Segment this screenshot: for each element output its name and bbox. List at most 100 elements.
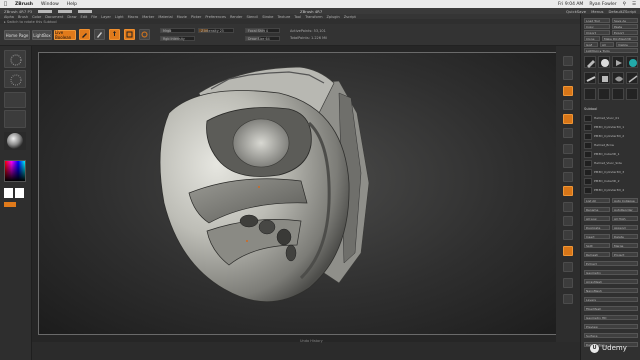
apple-icon[interactable]: 	[4, 1, 7, 7]
menu-item-alpha[interactable]: Alpha	[4, 15, 14, 19]
material-thumbnail[interactable]	[4, 132, 26, 150]
subtool-item[interactable]: PM3D_Cylinder3D_1	[584, 123, 638, 131]
actual-icon[interactable]	[563, 114, 573, 124]
xyz-icon[interactable]	[563, 186, 573, 196]
move-icon[interactable]	[109, 29, 120, 40]
primary-color-swatch[interactable]	[4, 188, 13, 198]
transp-icon[interactable]	[563, 278, 573, 288]
rgb-intensity-slider[interactable]: Rgb Intensity	[160, 36, 195, 41]
draw-icon[interactable]	[94, 29, 105, 40]
tool-palette-button[interactable]: Extract	[584, 261, 638, 266]
document-canvas[interactable]	[38, 52, 571, 335]
home-page-button[interactable]: Home Page	[4, 30, 30, 40]
menubar-clock[interactable]: Fri 9:04 AM	[558, 2, 583, 7]
menu-item-marker[interactable]: Marker	[142, 15, 154, 19]
tool-palette-button[interactable]: List All	[584, 198, 610, 203]
menu-item-file[interactable]: File	[91, 15, 97, 19]
tool-thumbnail[interactable]	[584, 88, 596, 100]
move-view-icon[interactable]	[563, 216, 573, 226]
goz-visible-button[interactable]: Visible	[616, 42, 638, 47]
tool-thumbnail[interactable]	[626, 72, 638, 84]
subtool-item[interactable]: Helmet_Visor_01	[584, 114, 638, 122]
tool-thumbnail[interactable]	[626, 88, 638, 100]
edit-icon[interactable]	[79, 29, 90, 40]
subtool-item[interactable]: PM3D_Cylinder3D_3	[584, 168, 638, 176]
menubar-item-window[interactable]: Window	[41, 2, 59, 7]
tool-palette-button[interactable]: All Low	[584, 216, 610, 221]
list-icon[interactable]: ☰	[632, 2, 636, 7]
tool-palette-button[interactable]: Rename	[584, 207, 610, 212]
tool-palette-button[interactable]: Auto Collapse	[612, 198, 638, 203]
defaultzscript-button[interactable]: DefaultZScript	[609, 9, 637, 14]
menu-item-document[interactable]: Document	[45, 15, 63, 19]
tool-palette-button[interactable]: FiberMesh	[584, 306, 638, 311]
menu-item-zplugin[interactable]: Zplugin	[326, 15, 339, 19]
frame-icon[interactable]	[563, 202, 573, 212]
tool-palette-button[interactable]: ArrayMesh	[584, 279, 638, 284]
z-intensity-slider[interactable]: Z Intensity 25	[198, 28, 234, 33]
quicksave-button[interactable]: QuickSave	[566, 9, 586, 14]
spix-button[interactable]	[563, 70, 573, 80]
menu-item-texture[interactable]: Texture	[277, 15, 290, 19]
tool-palette-button[interactable]: All High	[612, 216, 638, 221]
menubar-user[interactable]: Ryan Fowler	[589, 2, 616, 7]
secondary-color-swatch[interactable]	[15, 188, 24, 198]
tool-thumbnail[interactable]	[584, 72, 596, 84]
tool-palette-button[interactable]: Layers	[584, 297, 638, 302]
rotate-icon[interactable]	[139, 29, 150, 40]
floor-icon[interactable]	[563, 158, 573, 168]
menu-item-preferences[interactable]: Preferences	[205, 15, 226, 19]
menu-item-stencil[interactable]: Stencil	[246, 15, 258, 19]
polyframe-icon[interactable]	[563, 262, 573, 272]
scale-icon[interactable]	[124, 29, 135, 40]
tool-thumbnail[interactable]	[584, 56, 596, 68]
paste-tool-button[interactable]: Paste	[612, 24, 638, 29]
stroke-thumbnail[interactable]	[4, 70, 26, 88]
goz-button[interactable]: GoZ	[584, 42, 598, 47]
search-icon[interactable]: ⚲	[623, 2, 626, 7]
tool-palette-button[interactable]: NanoMesh	[584, 288, 638, 293]
bpr-button[interactable]	[563, 56, 573, 66]
subtool-item[interactable]: PM3D_Cube3D_2	[584, 177, 638, 185]
mrgb-slider[interactable]: Mrgb	[160, 28, 195, 33]
tool-palette-button[interactable]: Append	[612, 225, 638, 230]
texture-thumbnail[interactable]	[4, 110, 26, 128]
tool-palette-button[interactable]: Insert	[584, 234, 610, 239]
menu-item-edit[interactable]: Edit	[81, 15, 88, 19]
tool-thumbnail[interactable]	[612, 72, 624, 84]
menus-button[interactable]: Menus	[591, 9, 603, 14]
rotate-view-icon[interactable]	[563, 246, 573, 256]
helmet-model[interactable]	[39, 53, 571, 335]
menu-item-layer[interactable]: Layer	[101, 15, 111, 19]
menu-item-draw[interactable]: Draw	[67, 15, 76, 19]
draw-size-slider[interactable]: Draw Size 64	[245, 36, 280, 41]
subtool-item[interactable]: PM3D_Cylinder3D_4	[584, 186, 638, 194]
make-polymesh-button[interactable]: Make PolyMesh3D	[602, 36, 638, 41]
menu-item-render[interactable]: Render	[230, 15, 242, 19]
scale-view-icon[interactable]	[563, 230, 573, 240]
tool-thumbnail[interactable]	[626, 56, 638, 68]
brush-thumbnail[interactable]	[4, 50, 26, 68]
tool-palette-button[interactable]: Geometry	[584, 270, 638, 275]
tool-palette-button[interactable]: Project	[612, 252, 638, 257]
clone-button[interactable]: Clone	[584, 36, 600, 41]
menu-item-brush[interactable]: Brush	[18, 15, 28, 19]
menu-item-material[interactable]: Material	[158, 15, 172, 19]
tool-palette-button[interactable]: Preview	[584, 324, 638, 329]
tool-palette-button[interactable]: Merge	[612, 243, 638, 248]
persp-icon[interactable]	[563, 144, 573, 154]
tool-thumbnail[interactable]	[612, 88, 624, 100]
tool-palette-button[interactable]: AutoReorder	[612, 207, 638, 212]
copy-tool-button[interactable]: Copy	[584, 24, 610, 29]
lightbox-button[interactable]: LightBox	[32, 30, 52, 40]
subtool-item[interactable]: Helmet_Visor_Side	[584, 159, 638, 167]
menu-item-movie[interactable]: Movie	[177, 15, 187, 19]
menubar-app-name[interactable]: ZBrush	[15, 2, 33, 7]
live-boolean-button[interactable]: Live Boolean	[54, 30, 76, 40]
menu-item-macro[interactable]: Macro	[128, 15, 139, 19]
load-tool-button[interactable]: Load Tool	[584, 18, 610, 23]
save-as-button[interactable]: Save As	[612, 18, 638, 23]
solo-icon[interactable]	[563, 294, 573, 304]
export-button[interactable]: Export	[612, 30, 638, 35]
menubar-item-help[interactable]: Help	[67, 2, 77, 7]
